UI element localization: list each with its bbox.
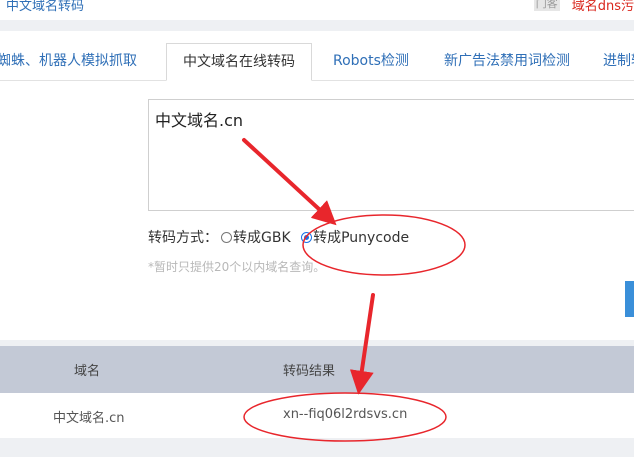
annotation-arrow-to-option <box>242 138 337 226</box>
annotation-overlay <box>242 138 466 442</box>
annotation-arrow-to-result <box>349 293 375 395</box>
annotation-circle-result <box>243 392 447 442</box>
annotation-circle-option <box>302 214 466 276</box>
